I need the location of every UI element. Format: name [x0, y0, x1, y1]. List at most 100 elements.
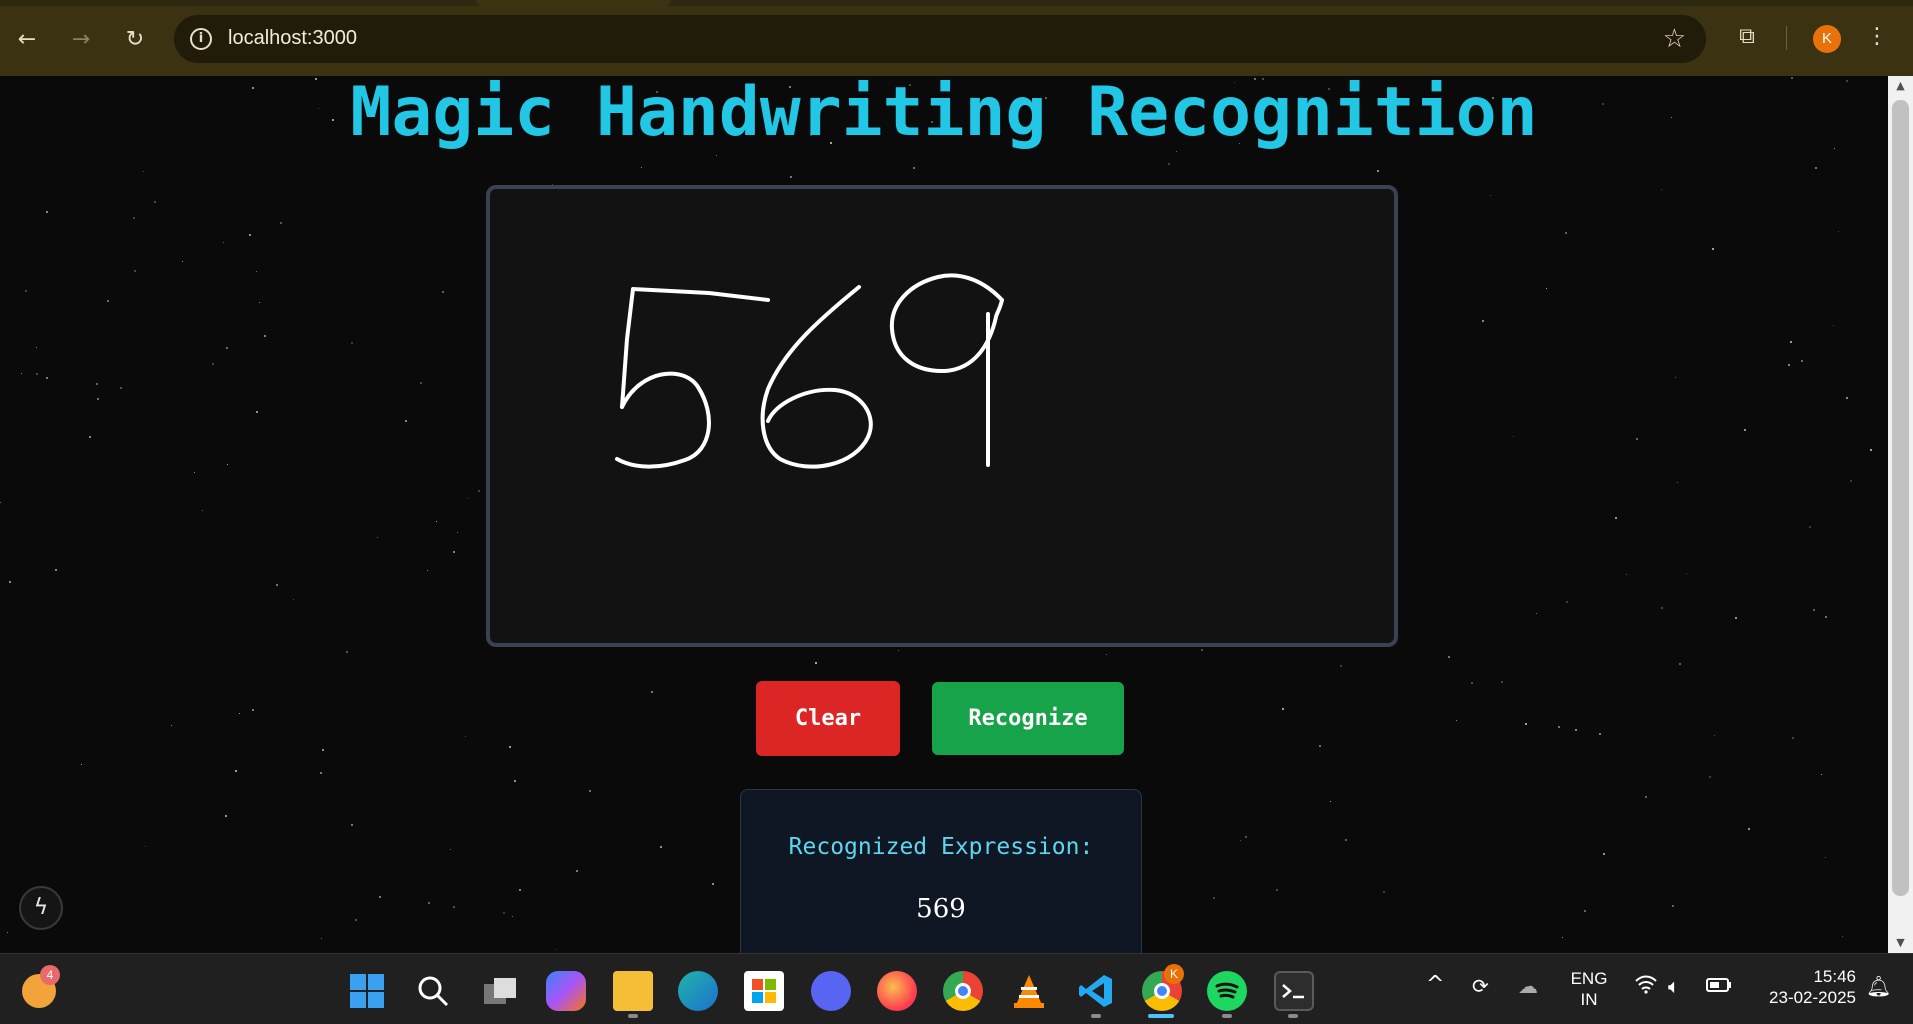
profile-avatar[interactable]: K	[1813, 25, 1841, 53]
site-info-icon[interactable]: i	[190, 28, 212, 50]
star-dot	[1686, 573, 1687, 574]
task-view-icon[interactable]	[480, 971, 520, 1011]
star-dot	[1603, 853, 1605, 855]
star-dot	[154, 201, 156, 203]
star-dot	[815, 662, 817, 664]
scroll-down-icon[interactable]: ▼	[1888, 933, 1913, 953]
star-dot	[1677, 482, 1678, 483]
star-dot	[1813, 609, 1815, 611]
address-bar[interactable]: i localhost:3000 ☆	[174, 15, 1706, 63]
start-icon[interactable]	[347, 971, 387, 1011]
vscode-icon[interactable]	[1076, 971, 1116, 1011]
star-dot	[1809, 526, 1811, 528]
drawing-canvas[interactable]	[486, 185, 1398, 647]
firefox-icon[interactable]	[877, 971, 917, 1011]
star-dot	[1870, 449, 1872, 451]
chrome-center-icon	[1154, 983, 1170, 999]
store-icon[interactable]	[744, 971, 784, 1011]
terminal-icon[interactable]	[1274, 971, 1314, 1011]
page-title: Magic Handwriting Recognition	[350, 76, 1538, 152]
notification-badge: 4	[40, 965, 60, 985]
star-dot	[1850, 480, 1852, 482]
page-viewport: Magic Handwriting Recognition Clear Reco…	[0, 76, 1888, 953]
star-dot	[379, 896, 381, 898]
star-dot	[46, 211, 48, 213]
page-scrollbar[interactable]: ▲ ▼	[1888, 76, 1913, 953]
star-dot	[467, 498, 468, 499]
edge-icon[interactable]	[678, 971, 718, 1011]
star-dot	[1513, 436, 1514, 437]
star-dot	[1575, 729, 1577, 731]
wifi-icon[interactable]	[1634, 974, 1658, 999]
star-dot	[712, 883, 714, 885]
scroll-up-icon[interactable]: ▲	[1888, 76, 1913, 96]
input-language[interactable]: ENG IN	[1562, 968, 1616, 1010]
star-dot	[589, 790, 591, 792]
star-dot	[346, 651, 348, 653]
tab-strip	[0, 0, 1913, 6]
star-dot	[1345, 839, 1347, 841]
star-dot	[256, 271, 257, 272]
star-dot	[202, 510, 203, 511]
star-dot	[512, 916, 513, 917]
search-icon[interactable]	[413, 971, 453, 1011]
star-dot	[1661, 189, 1662, 190]
result-label: Recognized Expression:	[788, 834, 1094, 860]
terminal-running-indicator	[1288, 1014, 1298, 1018]
battery-icon[interactable]	[1706, 974, 1732, 998]
star-dot	[453, 551, 455, 553]
reload-icon[interactable]: ↻	[120, 24, 150, 54]
vlc-icon[interactable]	[1009, 971, 1049, 1011]
chrome-icon[interactable]	[943, 971, 983, 1011]
star-dot	[1319, 745, 1321, 747]
bolt-icon[interactable]: ϟ	[19, 886, 63, 930]
star-dot	[264, 335, 266, 337]
spotify-icon[interactable]	[1207, 971, 1247, 1011]
star-dot	[790, 176, 792, 178]
bookmark-star-icon[interactable]: ☆	[1663, 24, 1686, 54]
star-dot	[239, 713, 240, 714]
recognize-button[interactable]: Recognize	[932, 682, 1124, 755]
terminal-prompt-icon	[1282, 984, 1304, 999]
star-dot	[97, 398, 99, 400]
star-dot	[1626, 574, 1627, 575]
star-dot	[453, 906, 455, 908]
extensions-icon[interactable]: ⧉	[1732, 22, 1762, 52]
clear-button[interactable]: Clear	[756, 681, 900, 756]
notification-center-icon[interactable]: 🔔︎	[1866, 974, 1891, 998]
star-dot	[1815, 167, 1817, 169]
magnifier-icon	[418, 976, 449, 1007]
file-explorer-icon[interactable]	[613, 971, 653, 1011]
star-dot	[1825, 616, 1827, 618]
star-dot	[1340, 665, 1342, 667]
tray-overflow-chevron-icon[interactable]: ^	[1426, 972, 1444, 997]
star-dot	[1790, 341, 1792, 343]
discord-icon[interactable]	[811, 971, 851, 1011]
onedrive-offline-icon[interactable]: ☁	[1518, 974, 1538, 998]
url-text[interactable]: localhost:3000	[228, 27, 357, 50]
language-code: ENG	[1570, 969, 1608, 988]
star-dot	[1748, 828, 1750, 830]
forward-icon[interactable]: →	[66, 24, 96, 54]
star-dot	[81, 764, 82, 765]
volume-icon[interactable]: 🔈︎	[1668, 974, 1680, 998]
clock[interactable]: 15:46 23-02-2025	[1748, 966, 1856, 1008]
handwriting-strokes	[615, 273, 1004, 469]
star-dot	[227, 464, 228, 465]
spotify-waves-icon	[1215, 982, 1239, 999]
back-icon[interactable]: ←	[12, 24, 42, 54]
scroll-thumb[interactable]	[1892, 100, 1909, 896]
star-dot	[1615, 517, 1617, 519]
battery-level-icon	[1706, 978, 1731, 992]
star-dot	[9, 581, 11, 583]
copilot-icon[interactable]	[546, 971, 586, 1011]
sync-icon[interactable]: ⟳	[1472, 974, 1489, 998]
star-dot	[225, 815, 227, 817]
browser-menu-icon[interactable]: ⋮	[1866, 22, 1888, 52]
star-dot	[235, 770, 237, 772]
star-dot	[1846, 397, 1848, 399]
star-dot	[1842, 936, 1843, 937]
star-dot	[145, 846, 146, 847]
star-dot	[1821, 774, 1822, 775]
star-dot	[1245, 836, 1247, 838]
